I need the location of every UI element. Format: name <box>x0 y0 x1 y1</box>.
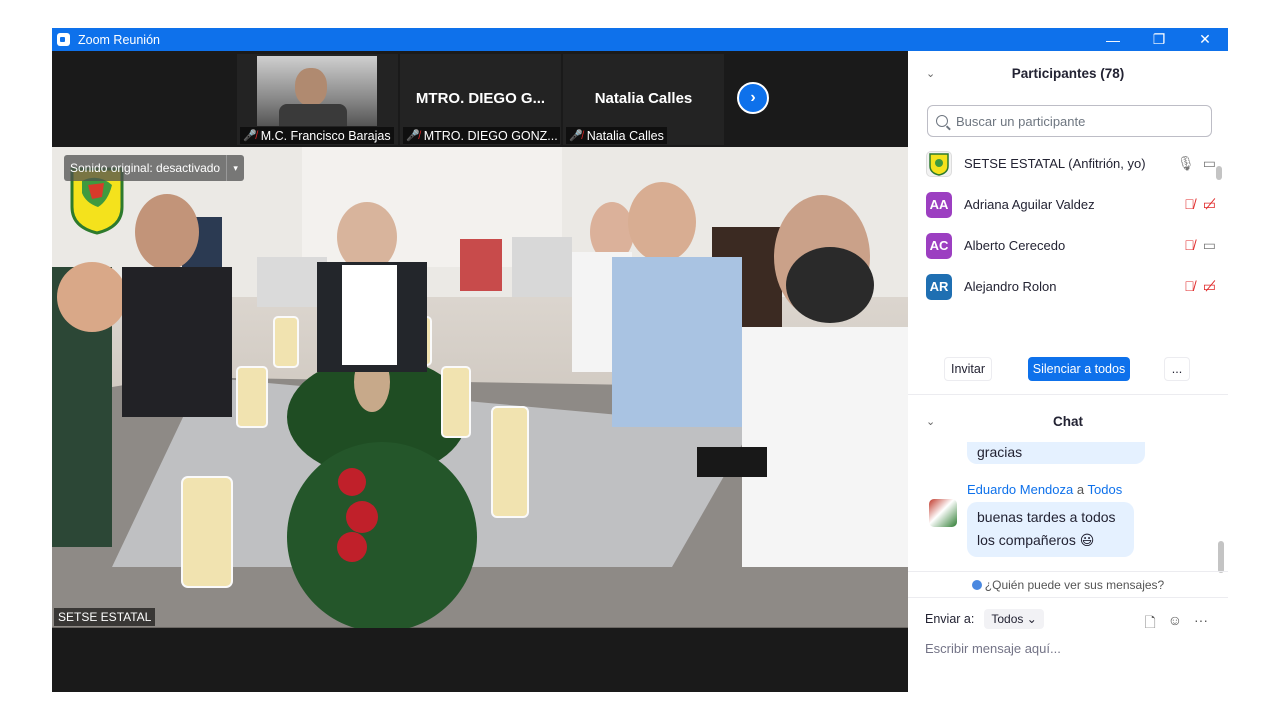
chat-message-bubble: buenas tardes a todos los compañeros 😃 <box>967 502 1134 557</box>
mute-all-button[interactable]: Silenciar a todos <box>1028 357 1130 381</box>
send-to-row: Enviar a: Todos ⌄ <box>925 609 1044 629</box>
chat-header: ⌄ Chat <box>926 413 1083 429</box>
right-panel: ⌄ Participantes (78) Buscar un participa… <box>908 51 1228 692</box>
sender-name[interactable]: Eduardo Mendoza <box>967 482 1073 497</box>
participant-row[interactable]: AR Alejandro Rolon 🎙̸ ▭̸ <box>908 266 1218 307</box>
chat-sender-line: Eduardo Mendoza a Todos <box>967 482 1123 497</box>
participant-name: Alberto Cerecedo <box>964 238 1066 253</box>
participant-avatar <box>926 150 952 177</box>
next-page-button[interactable]: › <box>737 82 769 114</box>
camera-off-icon[interactable]: ▭̸ <box>1203 278 1216 295</box>
setse-avatar-logo <box>929 152 949 176</box>
close-button[interactable]: ✕ <box>1182 28 1228 51</box>
who-can-see-link[interactable]: ¿Quién puede ver sus mensajes? <box>908 578 1228 592</box>
camera-icon[interactable]: ▭ <box>1203 155 1216 172</box>
emoji-icon[interactable]: ☺ <box>1168 612 1182 636</box>
mic-icon[interactable]: 🎙 <box>1177 155 1195 172</box>
invite-button[interactable]: Invitar <box>944 357 992 381</box>
chat-messages: gracias Eduardo Mendoza a Todos buenas t… <box>908 442 1218 577</box>
search-icon <box>936 115 948 127</box>
sound-dropdown-icon[interactable]: ▾ <box>226 155 244 181</box>
main-speaker-video: Sonido original: desactivado ▾ SETSE EST… <box>52 147 908 628</box>
participant-name: Alejandro Rolon <box>964 279 1057 294</box>
chat-tools: 🗋 ☺ ··· <box>1144 612 1208 636</box>
thumb-video[interactable]: Natalia Calles 🎤̸ Natalia Calles <box>563 54 724 145</box>
mic-muted-icon: 🎤̸ <box>406 130 420 142</box>
thumb-camera-feed <box>257 56 377 126</box>
participant-name: Adriana Aguilar Valdez <box>964 197 1095 212</box>
participant-name: SETSE ESTATAL (Anfitrión, yo) <box>964 156 1146 171</box>
participant-row[interactable]: SETSE ESTATAL (Anfitrión, yo) 🎙 ▭ <box>908 143 1218 184</box>
recipient-name[interactable]: Todos <box>1088 482 1123 497</box>
participant-avatar: AA <box>926 191 952 218</box>
chat-message-input[interactable]: Escribir mensaje aquí... <box>925 641 1061 656</box>
person-info-icon <box>971 580 982 590</box>
participant-row[interactable]: AC Alberto Cerecedo 🎙̸ ▭ <box>908 225 1218 266</box>
smile-emoji-icon: 😃 <box>1079 532 1095 548</box>
thumb-video[interactable]: 🎤̸ M.C. Francisco Barajas <box>237 54 398 145</box>
send-to-label: Enviar a: <box>925 612 975 626</box>
window-title: Zoom Reunión <box>78 32 160 47</box>
thumb-label: 🎤̸ MTRO. DIEGO GONZ... <box>403 127 560 144</box>
title-bar: Zoom Reunión — ❐ ✕ <box>52 28 1228 51</box>
original-sound-toggle[interactable]: Sonido original: desactivado ▾ <box>64 155 245 181</box>
section-divider <box>908 571 1228 572</box>
chat-scrollbar[interactable] <box>1218 541 1224 573</box>
restore-button[interactable]: ❐ <box>1136 28 1182 51</box>
collapse-participants-icon[interactable]: ⌄ <box>926 67 935 80</box>
meeting-room-scene <box>52 147 908 628</box>
video-area: 🎤̸ M.C. Francisco Barajas MTRO. DIEGO G.… <box>52 51 908 692</box>
section-divider <box>908 394 1228 395</box>
mic-muted-icon: 🎤̸ <box>569 130 583 142</box>
file-icon[interactable]: 🗋 <box>1144 612 1155 636</box>
thumb-name: MTRO. DIEGO G... <box>415 90 546 107</box>
more-icon[interactable]: ··· <box>1194 612 1208 636</box>
thumb-video[interactable]: MTRO. DIEGO G... 🎤̸ MTRO. DIEGO GONZ... <box>400 54 561 145</box>
mic-muted-icon[interactable]: 🎙̸ <box>1184 278 1195 295</box>
thumb-name: Natalia Calles <box>594 90 693 107</box>
participants-header: ⌄ Participantes (78) <box>926 65 1125 81</box>
participant-strip: 🎤̸ M.C. Francisco Barajas MTRO. DIEGO G.… <box>52 51 908 147</box>
zoom-window: Zoom Reunión — ❐ ✕ 🎤̸ M.C. Francisco Bar… <box>52 28 1228 692</box>
participants-scrollbar[interactable] <box>1216 166 1222 180</box>
participant-row[interactable]: AA Adriana Aguilar Valdez 🎙̸ ▭̸ <box>908 184 1218 225</box>
participant-list: SETSE ESTATAL (Anfitrión, yo) 🎙 ▭ AA Adr… <box>908 143 1218 319</box>
mic-muted-icon[interactable]: 🎙̸ <box>1184 237 1195 254</box>
participant-avatar: AR <box>926 273 952 300</box>
participant-avatar: AC <box>926 232 952 259</box>
collapse-chat-icon[interactable]: ⌄ <box>926 415 935 428</box>
more-options-button[interactable]: ... <box>1164 357 1190 381</box>
zoom-app-icon <box>57 33 70 46</box>
sender-avatar <box>929 499 957 527</box>
mic-muted-icon: 🎤̸ <box>243 130 257 142</box>
thumb-label: 🎤̸ M.C. Francisco Barajas <box>240 127 394 144</box>
camera-off-icon[interactable]: ▭̸ <box>1203 196 1216 213</box>
minimize-button[interactable]: — <box>1090 28 1136 51</box>
mic-muted-icon[interactable]: 🎙̸ <box>1184 196 1195 213</box>
camera-icon[interactable]: ▭ <box>1203 237 1216 254</box>
chat-message-bubble: gracias <box>967 442 1145 464</box>
participant-search-input[interactable]: Buscar un participante <box>927 105 1212 137</box>
video-bottom-bar <box>52 628 908 692</box>
section-divider <box>908 597 1228 598</box>
thumb-label: 🎤̸ Natalia Calles <box>566 127 667 144</box>
recipient-dropdown[interactable]: Todos ⌄ <box>984 609 1044 629</box>
speaker-name-label: SETSE ESTATAL <box>54 608 156 626</box>
